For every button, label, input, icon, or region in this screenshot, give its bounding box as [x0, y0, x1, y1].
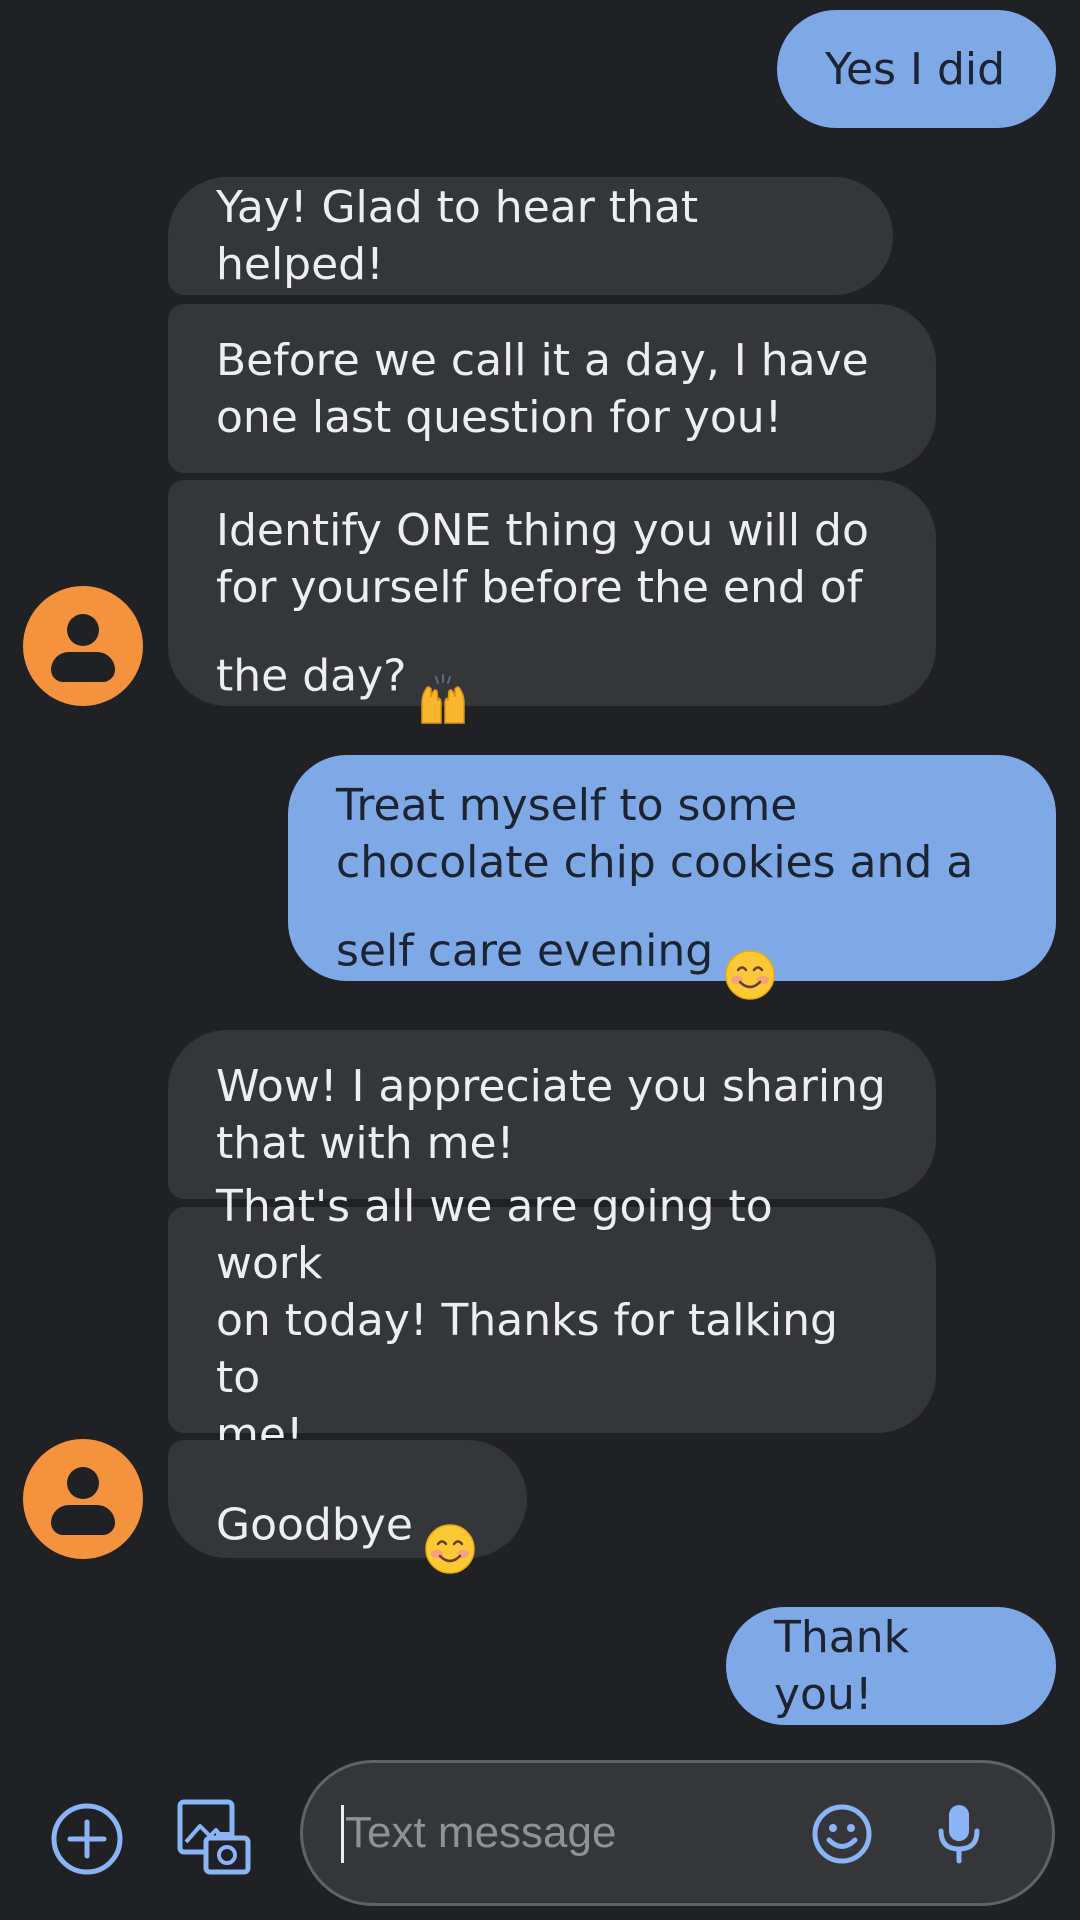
compose-field[interactable]: Text message [300, 1760, 1055, 1906]
message-text: Before we call it a day, I have one last… [216, 334, 869, 443]
person-icon-head [67, 1467, 99, 1499]
contact-avatar[interactable] [23, 586, 143, 706]
emoji-icon[interactable] [811, 1803, 873, 1865]
conversation-screen: Yes I did Yay! Glad to hear that helped!… [0, 0, 1080, 1920]
message-bubble-incoming[interactable]: Goodbye [168, 1440, 527, 1574]
message-bubble-outgoing[interactable]: Treat myself to some chocolate chip cook… [288, 755, 1056, 1000]
message-text: Goodbye [216, 1499, 413, 1551]
smiling-face-emoji-icon [423, 1465, 477, 1590]
message-bubble-incoming[interactable]: Wow! I appreciate you sharing that with … [168, 1030, 936, 1199]
smiling-face-emoji-icon [723, 891, 777, 1016]
message-text: Treat myself to some chocolate chip cook… [336, 780, 974, 977]
contact-avatar[interactable] [23, 1439, 143, 1559]
text-cursor [341, 1805, 344, 1863]
message-text: Identify ONE thing you will do for yours… [216, 505, 869, 702]
message-text: Yes I did [825, 43, 1006, 95]
message-bubble-outgoing[interactable]: Thank you! [726, 1607, 1056, 1725]
add-icon[interactable] [50, 1802, 124, 1876]
mic-icon[interactable] [937, 1803, 981, 1865]
person-icon-body [51, 1505, 115, 1535]
message-bubble-incoming[interactable]: Identify ONE thing you will do for yours… [168, 480, 936, 724]
message-text: Yay! Glad to hear that helped! [216, 182, 699, 290]
message-bubble-outgoing[interactable]: Yes I did [777, 10, 1056, 128]
person-icon-body [51, 652, 115, 682]
gallery-camera-icon[interactable] [176, 1798, 252, 1876]
person-icon-head [67, 614, 99, 646]
message-bubble-incoming[interactable]: That's all we are going to work on today… [168, 1181, 936, 1460]
message-bubble-incoming[interactable]: Yay! Glad to hear that helped! [168, 177, 893, 295]
message-text: Thank you! [774, 1612, 910, 1720]
message-text: Wow! I appreciate you sharing that with … [216, 1060, 886, 1169]
compose-placeholder: Text message [345, 1808, 617, 1857]
